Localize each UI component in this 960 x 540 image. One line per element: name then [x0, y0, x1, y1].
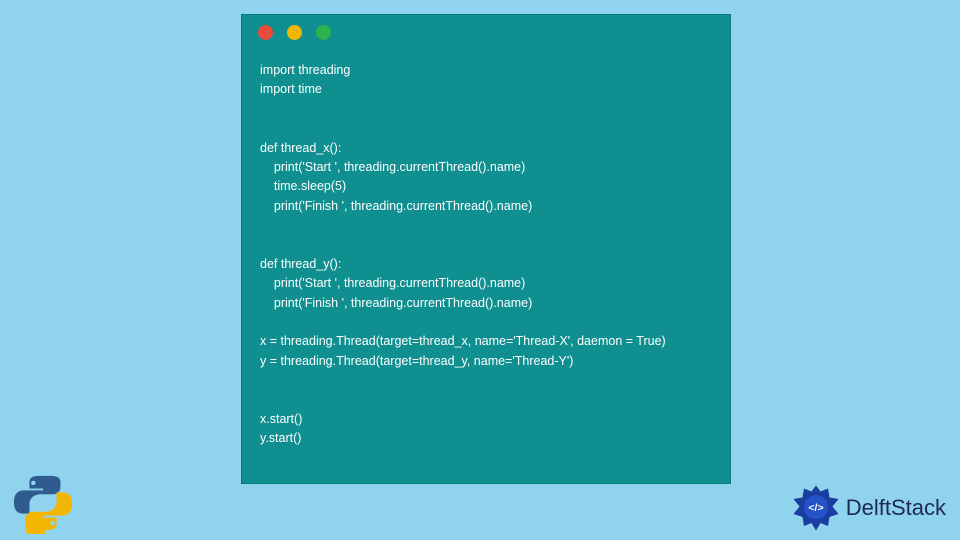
delftstack-badge-icon: </>: [792, 484, 840, 532]
svg-text:</>: </>: [808, 502, 823, 514]
brand: </> DelftStack: [792, 484, 946, 532]
zoom-icon[interactable]: [316, 25, 331, 40]
window-titlebar: [242, 15, 730, 49]
minimize-icon[interactable]: [287, 25, 302, 40]
code-window: import threading import time def thread_…: [241, 14, 731, 484]
python-logo-icon: [12, 472, 74, 534]
close-icon[interactable]: [258, 25, 273, 40]
code-content: import threading import time def thread_…: [242, 49, 730, 467]
brand-name: DelftStack: [846, 495, 946, 521]
